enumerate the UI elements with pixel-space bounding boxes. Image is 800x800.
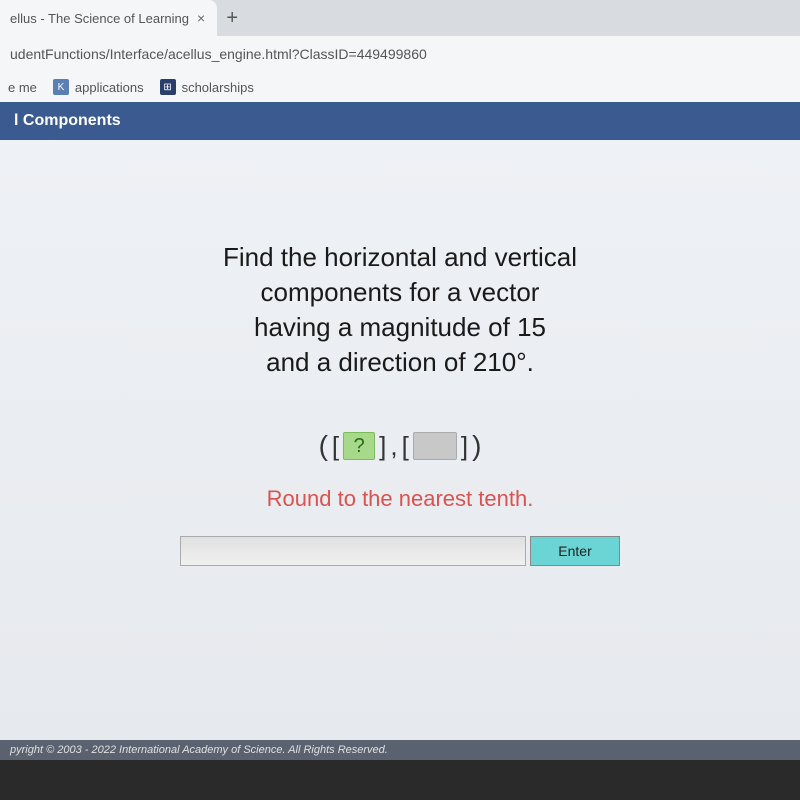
problem-line-4: and a direction of 210°.	[223, 345, 577, 380]
browser-tab[interactable]: ellus - The Science of Learning ×	[0, 0, 217, 36]
problem-statement: Find the horizontal and vertical compone…	[223, 240, 577, 380]
problem-line-3: having a magnitude of 15	[223, 310, 577, 345]
open-bracket-2: [	[400, 431, 411, 462]
tab-title: ellus - The Science of Learning	[10, 11, 189, 26]
answer-format: ( [ ? ] , [ ] )	[319, 430, 482, 462]
content-area: Find the horizontal and vertical compone…	[0, 140, 800, 760]
enter-button[interactable]: Enter	[530, 536, 620, 566]
problem-line-2: components for a vector	[223, 275, 577, 310]
bookmark-label: scholarships	[182, 80, 254, 95]
close-bracket-2: ]	[459, 431, 470, 462]
copyright-footer: pyright © 2003 - 2022 International Acad…	[0, 740, 800, 760]
input-row: Enter	[180, 536, 620, 566]
browser-chrome: ellus - The Science of Learning × + uden…	[0, 0, 800, 102]
page-title: l Components	[0, 102, 800, 140]
close-paren: )	[472, 430, 481, 462]
problem-line-1: Find the horizontal and vertical	[223, 240, 577, 275]
tab-bar: ellus - The Science of Learning × +	[0, 0, 800, 36]
comma: ,	[390, 431, 397, 462]
url-text: udentFunctions/Interface/acellus_engine.…	[8, 46, 427, 62]
answer-placeholder-active[interactable]: ?	[343, 432, 375, 460]
answer-input[interactable]	[180, 536, 526, 566]
open-bracket-1: [	[330, 431, 341, 462]
close-icon[interactable]: ×	[197, 10, 205, 26]
bookmark-scholarships[interactable]: ⊞ scholarships	[160, 79, 254, 95]
rounding-instruction: Round to the nearest tenth.	[267, 486, 534, 512]
answer-placeholder-inactive[interactable]	[413, 432, 457, 460]
applications-icon: K	[53, 79, 69, 95]
bookmark-me[interactable]: e me	[8, 80, 37, 95]
address-bar[interactable]: udentFunctions/Interface/acellus_engine.…	[0, 36, 800, 72]
bookmarks-bar: e me K applications ⊞ scholarships	[0, 72, 800, 102]
bookmark-label: e me	[8, 80, 37, 95]
new-tab-button[interactable]: +	[217, 7, 247, 30]
open-paren: (	[319, 430, 328, 462]
bookmark-applications[interactable]: K applications	[53, 79, 144, 95]
scholarships-icon: ⊞	[160, 79, 176, 95]
close-bracket-1: ]	[377, 431, 388, 462]
bookmark-label: applications	[75, 80, 144, 95]
